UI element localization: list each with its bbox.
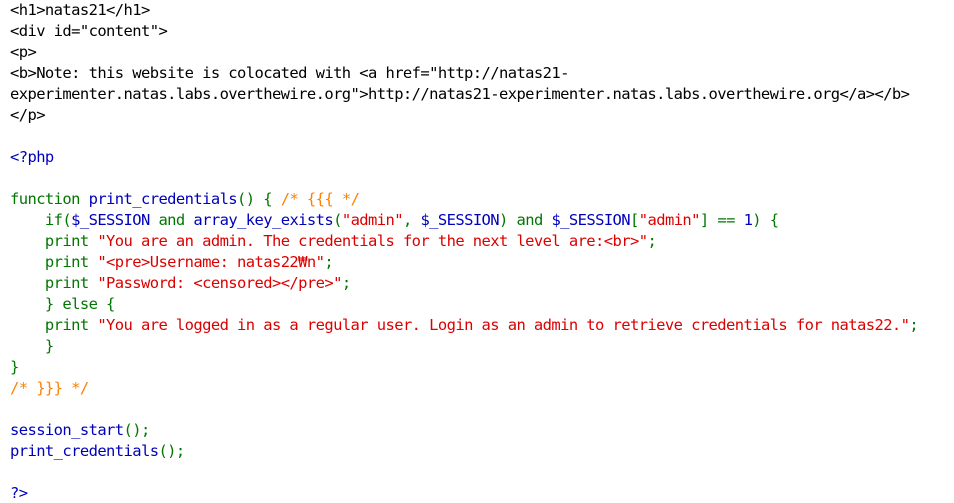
code-token: ; (647, 232, 657, 250)
code-token: (); (123, 421, 151, 439)
code-token: </p> (10, 106, 46, 124)
code-token: "You are an admin. The credentials for t… (97, 232, 648, 250)
code-token: ) { (752, 211, 779, 229)
code-token: , (402, 211, 421, 229)
code-token: () { (237, 190, 281, 208)
code-token: print (10, 253, 98, 271)
code-token: <b>Note: this website is colocated with … (10, 64, 569, 82)
code-line: } else { (10, 294, 954, 315)
code-token: ; (909, 316, 919, 334)
code-token: print (10, 316, 98, 334)
code-token: <?php (10, 148, 54, 166)
code-token: $_SESSION (420, 211, 500, 229)
code-token: } else { (10, 295, 115, 313)
code-token: (); (158, 442, 185, 460)
code-token: print (10, 232, 98, 250)
code-line: print "<pre>Username: natas22₩n"; (10, 252, 954, 273)
code-line: experimenter.natas.labs.overthewire.org"… (10, 84, 954, 105)
code-token: session_start (10, 421, 124, 439)
code-token: print_credentials (10, 442, 159, 460)
code-line: print "Password: <censored></pre>"; (10, 273, 954, 294)
code-line: /* }}} */ (10, 378, 954, 399)
code-token: "admin" (638, 211, 701, 229)
code-line: ​ (10, 462, 954, 483)
code-line: <h1>natas21</h1> (10, 0, 954, 21)
code-token: ; (341, 274, 351, 292)
code-line: <p> (10, 42, 954, 63)
code-token: <div id="content"> (10, 22, 168, 40)
code-line: function print_credentials() { /* {{{ */ (10, 189, 954, 210)
code-line: ​ (10, 126, 954, 147)
code-token: /* {{{ */ (280, 190, 360, 208)
code-token: print (10, 274, 98, 292)
code-token: if( (10, 211, 72, 229)
code-token: "Password: <censored></pre>" (97, 274, 342, 292)
code-token: ) and (499, 211, 552, 229)
php-source-view: <h1>natas21</h1> <div id="content"> <p> <b>… (0, 0, 954, 503)
code-token: <p> (10, 43, 37, 61)
code-line: <div id="content"> (10, 21, 954, 42)
code-token: ( (333, 211, 342, 229)
code-line: <?php (10, 147, 954, 168)
code-line: } (10, 357, 954, 378)
code-token: ] == (699, 211, 744, 229)
code-token: $_SESSION (551, 211, 631, 229)
code-line: ?> (10, 483, 954, 503)
code-token: ?> (10, 484, 28, 502)
code-line: } (10, 336, 954, 357)
code-line: if($_SESSION and array_key_exists("admin… (10, 210, 954, 231)
code-token: } (10, 337, 54, 355)
code-token: and (158, 211, 194, 229)
code-token: /* }}} */ (10, 379, 89, 397)
code-line: ​ (10, 399, 954, 420)
code-token: } (10, 358, 19, 376)
code-token: print_credentials (88, 190, 238, 208)
code-token: array_key_exists (193, 211, 334, 229)
code-token: "<pre>Username: natas22₩n" (97, 253, 325, 271)
code-token: [ (630, 211, 639, 229)
code-token: "admin" (341, 211, 404, 229)
code-line: ​ (10, 168, 954, 189)
code-token: ; (324, 253, 334, 271)
code-line: print_credentials(); (10, 441, 954, 462)
code-line: <b>Note: this website is colocated with … (10, 63, 954, 84)
code-token: function (10, 190, 89, 208)
code-token: <h1>natas21</h1> (10, 1, 150, 19)
code-token: $_SESSION (71, 211, 159, 229)
code-token: "You are logged in as a regular user. Lo… (97, 316, 910, 334)
code-line: </p> (10, 105, 954, 126)
code-line: print "You are logged in as a regular us… (10, 315, 954, 336)
code-line: session_start(); (10, 420, 954, 441)
code-line: print "You are an admin. The credentials… (10, 231, 954, 252)
code-token: experimenter.natas.labs.overthewire.org"… (10, 85, 910, 103)
code-token: 1 (743, 211, 753, 229)
